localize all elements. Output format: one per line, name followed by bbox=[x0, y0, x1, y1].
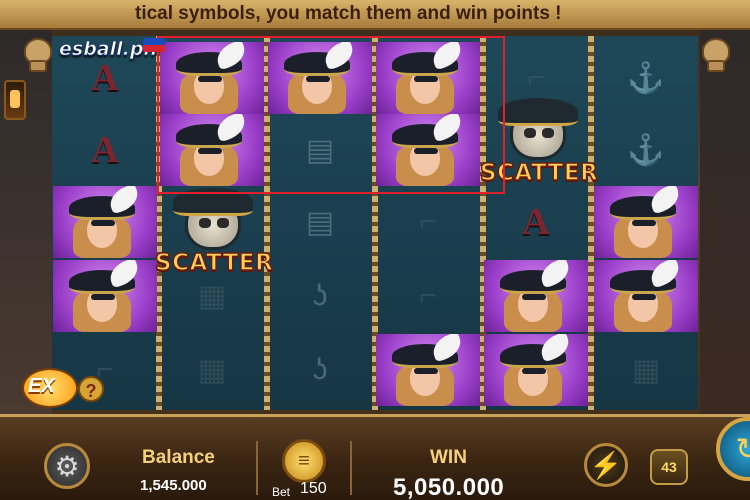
winning-line-outline bbox=[157, 36, 505, 194]
balance-label: Balance bbox=[142, 447, 215, 468]
treasure-chest-icon: ▦ bbox=[197, 353, 227, 387]
symbol-cell: A bbox=[53, 114, 157, 186]
esball-logo: esball.ph bbox=[57, 38, 167, 66]
pistol-icon: ⌐ bbox=[419, 279, 437, 312]
pirate-lady-symbol bbox=[484, 334, 588, 406]
scatter-symbol: SCATTER bbox=[154, 188, 274, 288]
extra-bet-badge[interactable]: EX ? bbox=[22, 368, 104, 408]
skull-ornament-icon bbox=[698, 38, 734, 78]
pirate-lady-symbol bbox=[484, 260, 588, 332]
auto-spin-count[interactable]: 43 bbox=[650, 449, 688, 485]
bet-value: 150 bbox=[300, 480, 327, 497]
symbol-cell: ▦ bbox=[594, 334, 698, 406]
pirate-lady-symbol bbox=[594, 260, 698, 332]
win-label: WIN bbox=[430, 447, 467, 468]
spin-button[interactable]: ↻ bbox=[716, 417, 750, 481]
instruction-banner: tical symbols, you match them and win po… bbox=[0, 0, 750, 30]
hook-icon: ʖ bbox=[312, 353, 328, 386]
symbol-cell: ⌐ bbox=[376, 186, 480, 258]
turbo-bolt-icon[interactable]: ⚡ bbox=[584, 443, 628, 487]
hook-icon: ʖ bbox=[312, 279, 328, 312]
divider bbox=[256, 441, 258, 495]
pirate-lady-symbol bbox=[594, 186, 698, 258]
symbol-cell: ▤ bbox=[268, 186, 372, 258]
scatter-label: SCATTER bbox=[154, 249, 274, 276]
symbol-cell: ⌐ bbox=[376, 260, 480, 332]
right-ship-background bbox=[700, 30, 750, 415]
symbol-cell: ⚓ bbox=[594, 114, 698, 186]
symbol-cell: ▦ bbox=[160, 334, 264, 406]
bet-coins-button[interactable]: ≡ bbox=[282, 439, 326, 483]
philippines-flag-icon bbox=[143, 38, 165, 52]
symbol-cell: ʖ bbox=[268, 260, 372, 332]
balance-value: 1,545.000 bbox=[140, 477, 207, 494]
treasure-map-icon: ▤ bbox=[305, 205, 335, 239]
symbol-cell: ʖ bbox=[268, 334, 372, 406]
pistol-icon: ⌐ bbox=[419, 205, 437, 238]
win-value: 5,050.000 bbox=[393, 474, 505, 500]
help-button[interactable]: ? bbox=[78, 376, 104, 402]
game-screen: tical symbols, you match them and win po… bbox=[0, 0, 750, 500]
letter-a-symbol: A bbox=[91, 129, 119, 171]
banner-text: tical symbols, you match them and win po… bbox=[135, 3, 562, 24]
symbol-cell: ⚓ bbox=[594, 42, 698, 114]
skull-ornament-icon bbox=[20, 38, 56, 78]
pirate-lady-symbol bbox=[376, 334, 480, 406]
ex-label: EX bbox=[28, 375, 55, 397]
bet-label: Bet bbox=[272, 485, 291, 499]
pirate-lady-symbol bbox=[53, 260, 157, 332]
lantern-icon bbox=[4, 80, 26, 120]
treasure-chest-icon: ▦ bbox=[631, 353, 661, 387]
anchor-icon: ⚓ bbox=[627, 61, 665, 95]
divider bbox=[350, 441, 352, 495]
settings-gear-icon[interactable]: ⚙ bbox=[44, 443, 90, 489]
control-bar: ⚙ Balance 1,545.000 ≡ Bet 150 WIN 5,050.… bbox=[0, 414, 750, 500]
anchor-icon: ⚓ bbox=[627, 133, 665, 167]
pirate-lady-symbol bbox=[53, 186, 157, 258]
